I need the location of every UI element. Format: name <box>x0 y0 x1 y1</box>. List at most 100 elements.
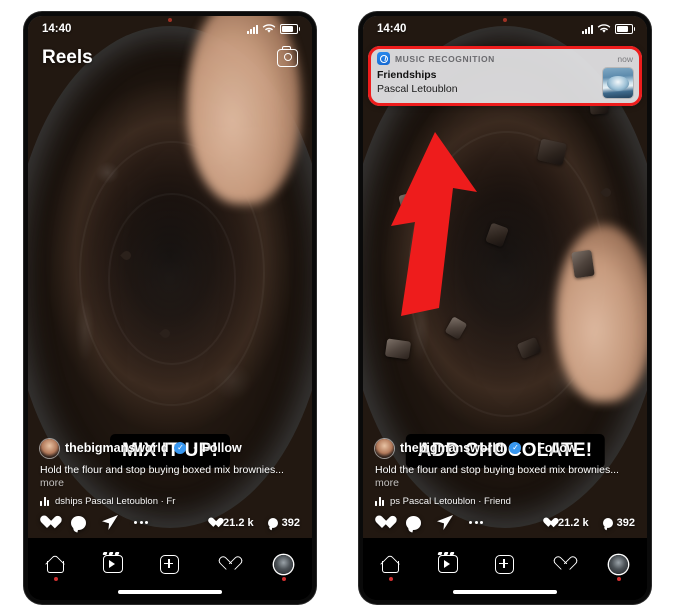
tab-create[interactable] <box>488 550 522 578</box>
reel-actions-left: 21.2 k 392 <box>40 515 300 530</box>
tab-activity[interactable] <box>545 550 579 578</box>
separator: · <box>192 442 197 455</box>
audio-attribution[interactable]: dships Pascal Letoublon · Fr <box>40 496 300 507</box>
wifi-icon <box>597 24 611 33</box>
phone-left: 14:40 Reels MIX IT UP! thebigmansworld ✓… <box>24 12 316 604</box>
comment-count-group[interactable]: 392 <box>602 516 635 529</box>
username[interactable]: thebigmansworld <box>400 441 503 455</box>
heart-outline-icon <box>217 556 236 573</box>
shazam-icon <box>377 52 390 65</box>
status-icons <box>247 24 300 34</box>
caption-text: Hold the flour and stop buying boxed mix… <box>375 463 619 476</box>
heart-icon[interactable] <box>40 516 55 530</box>
like-count-group[interactable]: 21.2 k <box>543 517 589 529</box>
share-paper-plane-icon[interactable] <box>102 515 118 530</box>
post-caption[interactable]: Hold the flour and stop buying boxed mix… <box>375 464 635 491</box>
reels-icon <box>102 552 124 573</box>
audio-track-text: ps Pascal Letoublon · Friend <box>390 496 511 507</box>
reel-overlay-left: thebigmansworld ✓ · Follow Hold the flou… <box>28 438 312 538</box>
more-options-icon[interactable] <box>134 521 148 524</box>
cellular-signal-icon <box>582 24 593 34</box>
post-author-row[interactable]: thebigmansworld ✓ · Follow <box>40 438 300 458</box>
follow-button[interactable]: Follow <box>537 441 577 455</box>
album-artwork <box>603 68 633 98</box>
share-paper-plane-icon[interactable] <box>437 515 453 530</box>
engagement-counts: 21.2 k 392 <box>543 517 635 529</box>
home-indicator[interactable] <box>453 590 557 594</box>
engagement-counts: 21.2 k 392 <box>208 517 300 529</box>
like-count-group[interactable]: 21.2 k <box>208 517 254 529</box>
plus-square-icon <box>160 554 180 574</box>
notification-body: Friendships Pascal Letoublon <box>377 68 633 98</box>
tab-create[interactable] <box>153 550 187 578</box>
comment-bubble-icon[interactable] <box>406 515 421 530</box>
caption-text: Hold the flour and stop buying boxed mix… <box>40 463 284 476</box>
heart-icon-small <box>208 518 219 528</box>
battery-icon <box>280 24 300 34</box>
status-icons <box>582 24 635 34</box>
comment-count: 392 <box>616 516 635 529</box>
reels-icon <box>437 552 459 573</box>
notification-badge <box>54 577 59 581</box>
notification-subtitle: Pascal Letoublon <box>377 83 458 96</box>
separator: · <box>527 442 532 455</box>
follow-button[interactable]: Follow <box>202 441 242 455</box>
caption-more-link[interactable]: more <box>375 477 399 489</box>
home-indicator[interactable] <box>118 590 222 594</box>
notification-text: Friendships Pascal Letoublon <box>377 68 595 96</box>
like-count: 21.2 k <box>223 516 254 529</box>
status-bar-right: 14:40 <box>363 16 647 42</box>
caption-more-link[interactable]: more <box>40 477 64 489</box>
heart-icon[interactable] <box>375 516 390 530</box>
comment-bubble-icon[interactable] <box>71 515 86 530</box>
username[interactable]: thebigmansworld <box>65 441 168 455</box>
status-bar-left: 14:40 <box>28 16 312 42</box>
comment-count-group[interactable]: 392 <box>267 517 300 529</box>
comment-bubble-icon-small <box>602 517 613 528</box>
avatar[interactable] <box>375 438 394 458</box>
notification-app-name: MUSIC RECOGNITION <box>395 53 495 64</box>
post-author-row[interactable]: thebigmansworld ✓ · Follow <box>375 438 635 458</box>
notification-banner[interactable]: MUSIC RECOGNITION now Friendships Pascal… <box>368 46 642 106</box>
audio-attribution[interactable]: ps Pascal Letoublon · Friend <box>375 496 635 507</box>
tab-activity[interactable] <box>210 550 244 578</box>
camera-icon[interactable] <box>277 46 298 67</box>
post-caption[interactable]: Hold the flour and stop buying boxed mix… <box>40 464 300 491</box>
like-count: 21.2 k <box>558 516 589 529</box>
notification-badge <box>281 577 286 581</box>
tab-bar-right <box>363 538 647 600</box>
notification-badge <box>616 577 621 581</box>
avatar[interactable] <box>40 438 59 458</box>
heart-outline-icon <box>552 556 571 573</box>
home-icon <box>381 556 401 573</box>
more-options-icon[interactable] <box>469 521 483 524</box>
status-time: 14:40 <box>42 23 72 35</box>
wifi-icon <box>262 24 276 33</box>
tab-profile[interactable] <box>267 550 301 581</box>
profile-avatar-icon <box>609 554 629 574</box>
page-title: Reels <box>42 47 93 68</box>
status-time: 14:40 <box>377 23 407 35</box>
tab-home[interactable] <box>374 550 408 581</box>
tab-profile[interactable] <box>602 550 636 581</box>
camera-indicator-dot <box>168 18 172 22</box>
plus-square-icon <box>495 554 515 574</box>
battery-icon <box>615 24 635 34</box>
music-note-icon <box>375 497 384 506</box>
verified-badge-icon: ✓ <box>174 442 187 455</box>
screenshot-stage: 14:40 Reels MIX IT UP! thebigmansworld ✓… <box>0 0 675 616</box>
verified-badge-icon: ✓ <box>509 442 522 455</box>
reels-header-left: Reels <box>28 42 312 74</box>
profile-avatar-icon <box>274 554 294 574</box>
action-icons <box>375 515 483 530</box>
music-note-icon <box>40 497 49 506</box>
tab-reels[interactable] <box>96 550 130 578</box>
notification-timestamp: now <box>617 53 633 64</box>
tab-reels[interactable] <box>431 550 465 578</box>
notification-badge <box>389 577 394 581</box>
notification-banner-wrapper: MUSIC RECOGNITION now Friendships Pascal… <box>368 46 642 106</box>
tab-home[interactable] <box>39 550 73 581</box>
phone-left-screen: 14:40 Reels MIX IT UP! thebigmansworld ✓… <box>28 16 312 600</box>
comment-bubble-icon-small <box>267 517 278 528</box>
reel-actions-right: 21.2 k 392 <box>375 515 635 530</box>
